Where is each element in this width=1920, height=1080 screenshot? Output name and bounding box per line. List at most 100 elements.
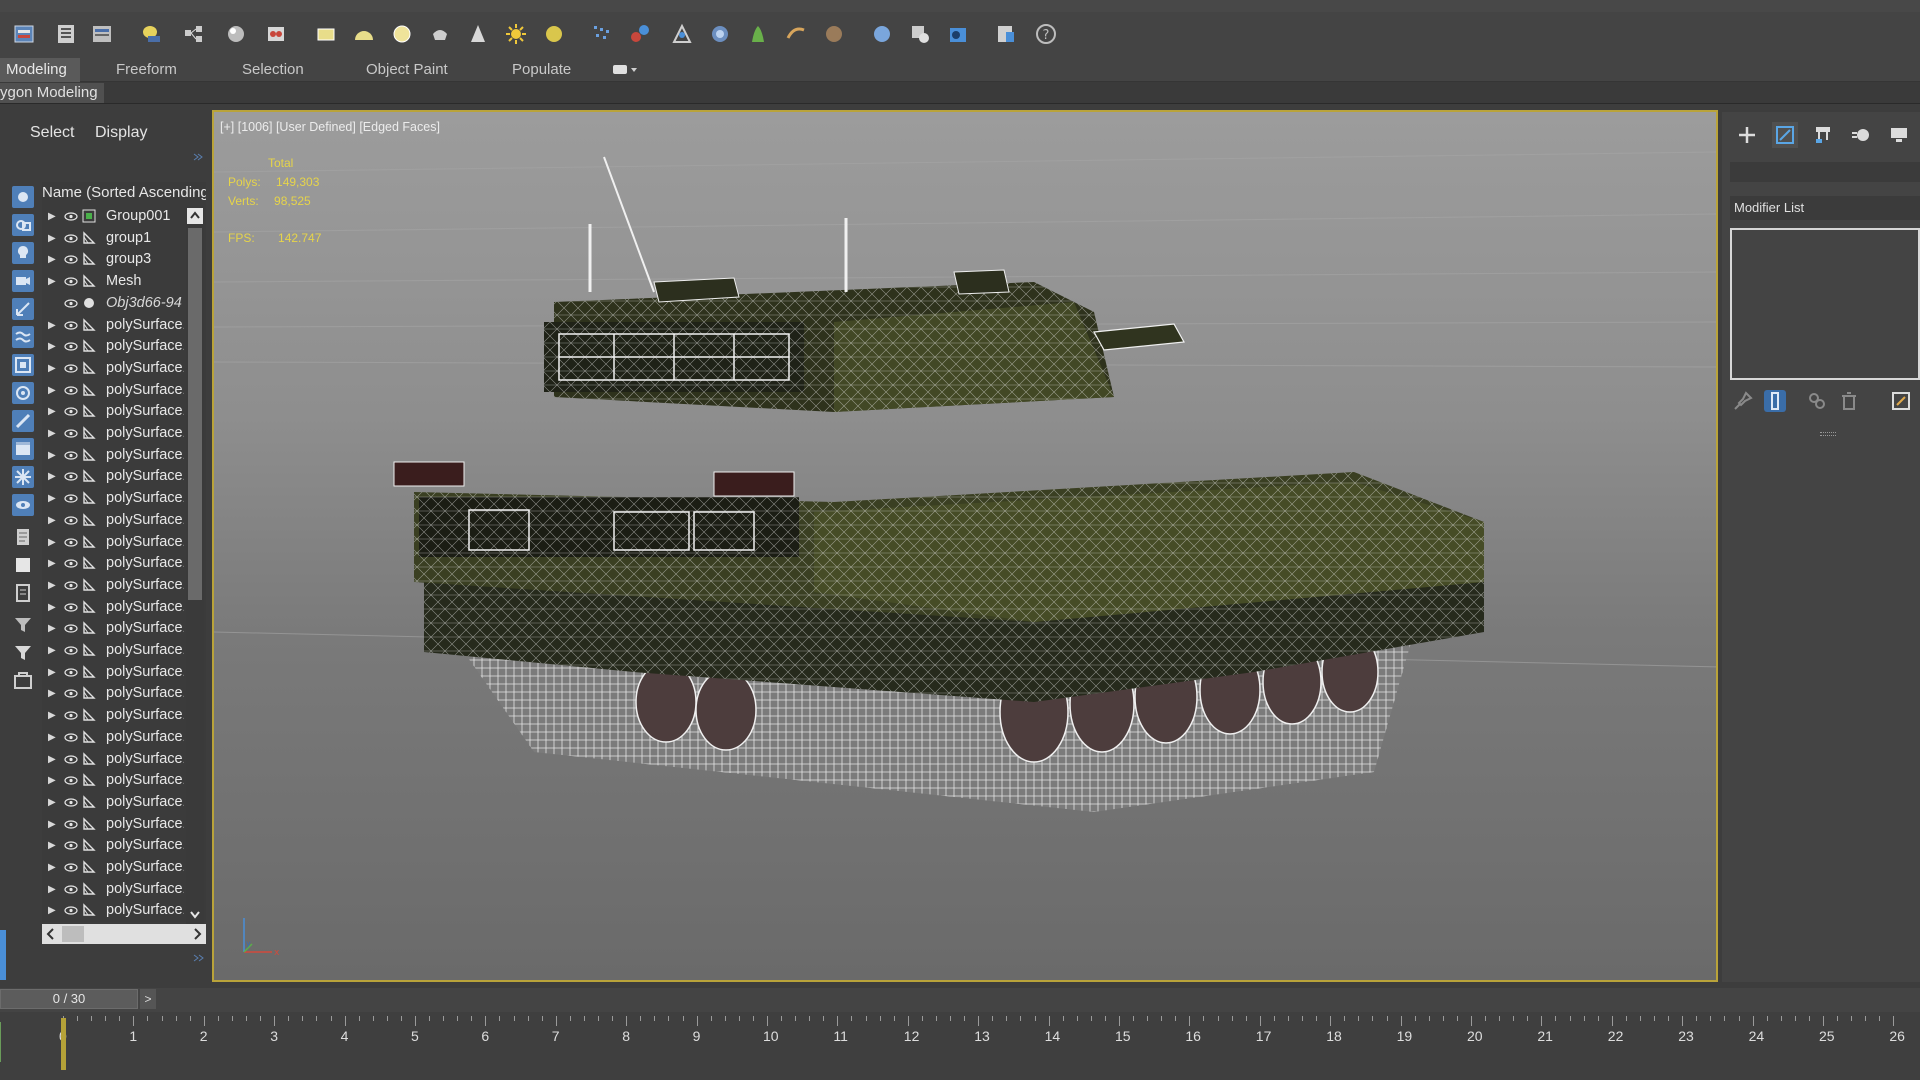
visibility-eye-icon[interactable] — [64, 906, 78, 915]
tree-horizontal-scrollbar[interactable] — [42, 924, 206, 944]
display-xrefs-icon[interactable] — [12, 382, 34, 404]
visibility-eye-icon[interactable] — [64, 624, 78, 633]
tree-row[interactable]: ▶ polySurface1 — [42, 401, 184, 422]
tree-row[interactable]: ▶ polySurface1 — [42, 770, 184, 791]
visibility-eye-icon[interactable] — [64, 885, 78, 894]
tree-row[interactable]: ▶ polySurface1 — [42, 423, 184, 444]
visibility-eye-icon[interactable] — [64, 754, 78, 764]
create-light-icon[interactable] — [502, 20, 530, 48]
hair-fur-icon[interactable] — [744, 20, 772, 48]
visibility-eye-icon[interactable] — [64, 212, 78, 221]
tree-row[interactable]: ▶ polySurface1 — [42, 510, 184, 531]
render-setup-icon[interactable] — [262, 20, 290, 48]
ribbon-options-dropdown[interactable] — [612, 62, 638, 78]
tree-row[interactable]: ▶ polySurface1 — [42, 358, 184, 379]
tree-vertical-scrollbar[interactable] — [186, 206, 204, 926]
explorer-dock-handle[interactable] — [0, 930, 6, 980]
expand-arrow-icon[interactable]: ▶ — [48, 835, 56, 856]
visibility-eye-icon[interactable] — [64, 429, 78, 438]
visibility-eye-icon[interactable] — [64, 234, 78, 243]
scroll-thumb[interactable] — [188, 228, 202, 600]
filter-icon[interactable] — [12, 642, 34, 664]
tree-row[interactable]: ▶ polySurface1 — [42, 618, 184, 639]
tree-row[interactable]: ▶ polySurface1 — [42, 792, 184, 813]
expand-arrow-icon[interactable]: ▶ — [48, 683, 56, 704]
hierarchy-tab-icon[interactable] — [1810, 122, 1836, 148]
expand-arrow-icon[interactable]: ▶ — [48, 662, 56, 683]
tree-row[interactable]: ▶ group3 — [42, 249, 184, 270]
tree-row[interactable]: ▶ polySurface1 — [42, 553, 184, 574]
tree-row[interactable]: ▶ polySurface1 — [42, 640, 184, 661]
tab-freeform[interactable]: Freeform — [110, 58, 183, 82]
display-helpers-icon[interactable] — [12, 298, 34, 320]
expand-arrow-icon[interactable]: ▶ — [48, 336, 56, 357]
tab-object-paint[interactable]: Object Paint — [360, 58, 454, 82]
expand-arrow-icon[interactable]: ▶ — [48, 792, 56, 813]
expand-arrow-icon[interactable]: ▶ — [48, 575, 56, 596]
display-none-icon[interactable] — [12, 554, 34, 576]
chevron-right-icon[interactable] — [190, 926, 204, 942]
expand-arrow-icon[interactable]: ▶ — [48, 879, 56, 900]
tree-row[interactable]: ▶ polySurface1 — [42, 532, 184, 553]
scroll-down-button[interactable] — [187, 906, 203, 922]
filter-settings-icon[interactable] — [12, 614, 34, 636]
visibility-eye-icon[interactable] — [64, 863, 78, 872]
create-sphere-icon[interactable] — [388, 20, 416, 48]
tree-row[interactable]: ▶ Group001 — [42, 206, 184, 227]
create-tab-icon[interactable] — [1734, 122, 1760, 148]
object-name-field[interactable] — [1730, 162, 1920, 182]
column-header-name[interactable]: Name (Sorted Ascending — [42, 182, 206, 204]
visibility-eye-icon[interactable] — [64, 385, 78, 395]
find-icon[interactable] — [12, 670, 34, 692]
display-hidden-icon[interactable] — [12, 494, 34, 516]
tree-row[interactable]: Obj3d66-94 — [42, 293, 184, 314]
motion-tab-icon[interactable] — [1848, 122, 1874, 148]
time-slider[interactable]: 0 / 30 — [0, 989, 138, 1009]
scroll-up-button[interactable] — [187, 208, 203, 224]
tree-row[interactable]: ▶ polySurface1 — [42, 336, 184, 357]
tree-row[interactable]: ▶ polySurface1 — [42, 466, 184, 487]
display-geometry-icon[interactable] — [12, 186, 34, 208]
expand-arrow-icon[interactable]: ▶ — [48, 532, 56, 553]
visibility-eye-icon[interactable] — [64, 407, 78, 416]
toggle-ribbon-icon[interactable] — [88, 20, 116, 48]
expand-arrow-icon[interactable]: ▶ — [48, 423, 56, 444]
expand-arrow-icon[interactable]: ▶ — [48, 705, 56, 726]
help-icon[interactable]: ? — [1032, 20, 1060, 48]
dynamics-icon[interactable] — [626, 20, 654, 48]
tree-row[interactable]: ▶ Mesh — [42, 271, 184, 292]
visibility-eye-icon[interactable] — [64, 819, 78, 829]
visibility-eye-icon[interactable] — [64, 841, 78, 850]
expand-arrow-icon[interactable]: ▶ — [48, 770, 56, 791]
tree-row[interactable]: ▶ polySurface1 — [42, 662, 184, 683]
tree-row[interactable]: ▶ group1 — [42, 228, 184, 249]
expand-arrow-icon[interactable]: ▶ — [48, 749, 56, 770]
create-geosphere-icon[interactable] — [540, 20, 568, 48]
visibility-eye-icon[interactable] — [64, 559, 78, 568]
curve-editor-icon[interactable] — [138, 20, 166, 48]
make-unique-icon[interactable] — [1806, 390, 1828, 412]
display-all-icon[interactable] — [12, 526, 34, 548]
expand-arrow-icon[interactable]: ▶ — [48, 445, 56, 466]
next-frame-button[interactable]: > — [140, 989, 156, 1009]
tree-row[interactable]: ▶ polySurface1 — [42, 814, 184, 835]
display-frozen-icon[interactable] — [12, 466, 34, 488]
display-tab-icon[interactable] — [1886, 122, 1912, 148]
menu-display[interactable]: Display — [95, 124, 147, 142]
expand-arrow-icon[interactable]: ▶ — [48, 488, 56, 509]
cloth-icon[interactable] — [706, 20, 734, 48]
tab-modeling[interactable]: Modeling — [0, 58, 80, 82]
panel-collapse-icon[interactable] — [192, 150, 204, 162]
track-bar[interactable]: 0123456789101112131415161718192021222324… — [0, 1012, 1920, 1080]
visibility-eye-icon[interactable] — [64, 668, 78, 677]
tree-row[interactable]: ▶ polySurface1 — [42, 315, 184, 336]
expand-arrow-icon[interactable]: ▶ — [48, 380, 56, 401]
visibility-eye-icon[interactable] — [64, 776, 78, 785]
polygon-modeling-label[interactable]: ygon Modeling — [0, 83, 104, 103]
visibility-eye-icon[interactable] — [64, 494, 78, 503]
tree-row[interactable]: ▶ polySurface1 — [42, 835, 184, 856]
tree-row[interactable]: ▶ polySurface1 — [42, 727, 184, 748]
render-iterative-icon[interactable] — [906, 20, 934, 48]
visibility-eye-icon[interactable] — [64, 451, 78, 460]
chevron-left-icon[interactable] — [44, 926, 58, 942]
